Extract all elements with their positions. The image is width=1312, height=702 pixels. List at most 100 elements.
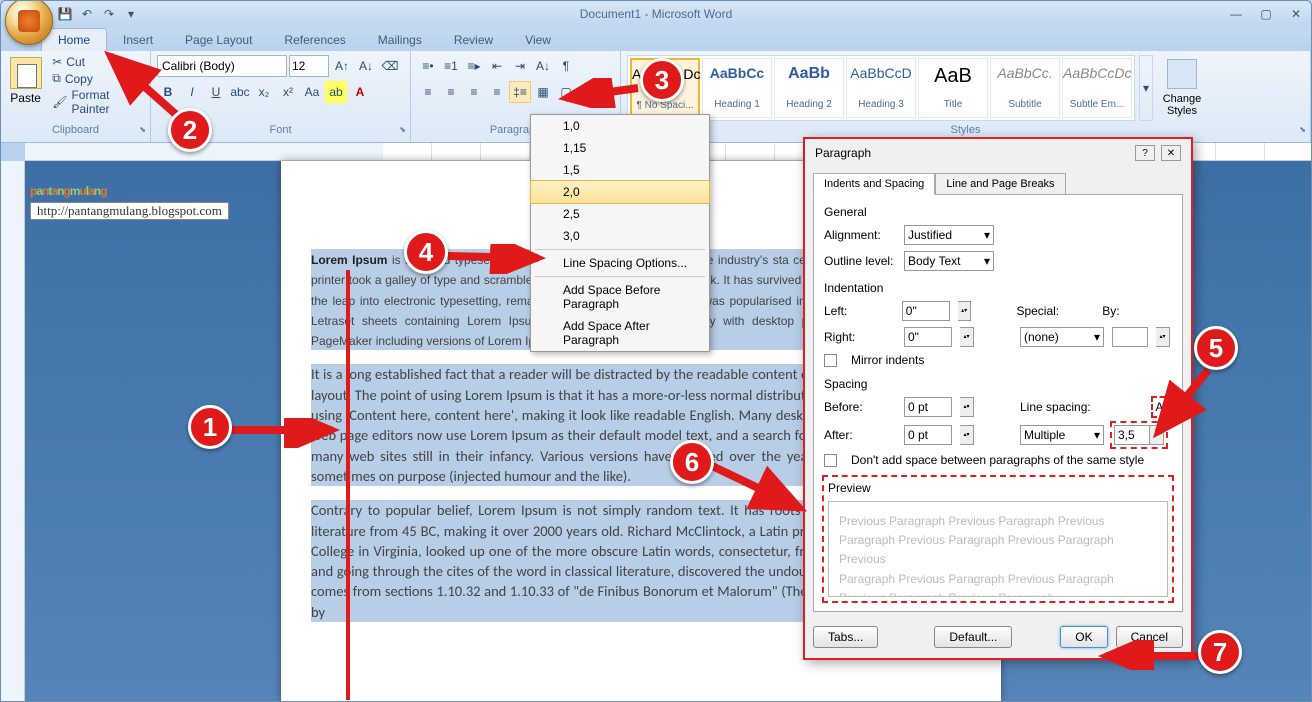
underline-button[interactable]: U <box>205 81 227 103</box>
watermark-logo: pantangmulang <box>30 170 229 202</box>
before-label: Before: <box>824 400 896 414</box>
save-icon[interactable]: 💾 <box>57 6 73 22</box>
by-input[interactable] <box>1112 327 1148 347</box>
right-spinner[interactable]: ▴▾ <box>960 327 974 347</box>
watermark-url: http://pantangmulang.blogspot.com <box>30 202 229 220</box>
outline-select[interactable]: Body Text <box>904 251 994 271</box>
numbering-button[interactable]: ≡1 <box>440 55 462 77</box>
linespacing-select[interactable]: Multiple <box>1020 425 1104 445</box>
subscript-button[interactable]: x₂ <box>253 81 275 103</box>
dialog-help-button[interactable]: ? <box>1135 145 1155 161</box>
before-spinner[interactable]: ▴▾ <box>960 397 974 417</box>
shading-button[interactable]: ▦ <box>532 81 554 103</box>
dialog-tab-indents[interactable]: Indents and Spacing <box>813 173 935 195</box>
line-spacing-dropdown: 1,0 1,15 1,5 2,0 2,5 3,0 Line Spacing Op… <box>530 114 710 352</box>
style-title[interactable]: AaBTitle <box>918 58 988 118</box>
dialog-titlebar[interactable]: Paragraph ? ✕ <box>805 139 1191 167</box>
style-subtitle[interactable]: AaBbCc.Subtitle <box>990 58 1060 118</box>
special-select[interactable]: (none) <box>1020 327 1104 347</box>
style-heading3[interactable]: AaBbCcDHeading 3 <box>846 58 916 118</box>
before-input[interactable] <box>904 397 952 417</box>
superscript-button[interactable]: x² <box>277 81 299 103</box>
tab-view[interactable]: View <box>509 29 567 51</box>
strike-button[interactable]: abc <box>229 81 251 103</box>
change-styles-icon <box>1167 59 1197 89</box>
after-label: After: <box>824 428 896 442</box>
annotation-3: 3 <box>640 58 684 102</box>
arrow-3 <box>558 78 648 108</box>
annotation-6: 6 <box>670 440 714 484</box>
watermark: pantangmulang http://pantangmulang.blogs… <box>30 170 229 220</box>
style-subtleem[interactable]: AaBbCcDcSubtle Em... <box>1062 58 1132 118</box>
spacing-option-2[interactable]: 2,0 <box>530 180 710 204</box>
change-case-button[interactable]: Aa <box>301 81 323 103</box>
dialog-tab-linebreaks[interactable]: Line and Page Breaks <box>935 173 1065 195</box>
quick-access-toolbar: 💾 ↶ ↷ ▾ <box>57 6 139 22</box>
undo-icon[interactable]: ↶ <box>79 6 95 22</box>
alignment-select[interactable]: Justified <box>904 225 994 245</box>
left-input[interactable] <box>902 301 950 321</box>
multilevel-button[interactable]: ≡▸ <box>463 55 485 77</box>
tabs-button[interactable]: Tabs... <box>813 626 878 648</box>
tab-mailings[interactable]: Mailings <box>362 29 438 51</box>
brush-icon: 🖌 <box>52 95 67 109</box>
styles-gallery[interactable]: AaBbCcDc¶ No Spaci... AaBbCcHeading 1 Aa… <box>627 55 1135 121</box>
align-right-button[interactable]: ≡ <box>463 81 485 103</box>
alignment-label: Alignment: <box>824 228 896 242</box>
clear-format-icon[interactable]: ⌫ <box>379 55 401 77</box>
styles-more-icon[interactable]: ▾ <box>1139 55 1153 121</box>
preview-box: Previous Paragraph Previous Paragraph Pr… <box>828 501 1168 597</box>
justify-button[interactable]: ≡ <box>486 81 508 103</box>
maximize-button[interactable]: ▢ <box>1251 5 1281 23</box>
annotation-line-1 <box>346 270 350 700</box>
line-spacing-button[interactable]: ‡≡ <box>509 81 531 103</box>
vertical-ruler[interactable] <box>1 161 25 701</box>
after-spinner[interactable]: ▴▾ <box>960 425 974 445</box>
mirror-checkbox[interactable] <box>824 354 837 367</box>
annotation-5: 5 <box>1194 326 1238 370</box>
increase-indent-button[interactable]: ⇥ <box>509 55 531 77</box>
mirror-label: Mirror indents <box>851 353 924 367</box>
font-size-input[interactable] <box>289 55 329 77</box>
highlight-button[interactable]: ab <box>325 81 347 103</box>
spacing-option-3[interactable]: 3,0 <box>531 225 709 247</box>
by-spinner[interactable]: ▴▾ <box>1156 327 1170 347</box>
dontadd-checkbox[interactable] <box>824 454 837 467</box>
by-label: By: <box>1102 304 1172 318</box>
style-heading2[interactable]: AaBbHeading 2 <box>774 58 844 118</box>
spacing-option-15[interactable]: 1,5 <box>531 159 709 181</box>
shrink-font-icon[interactable]: A↓ <box>355 55 377 77</box>
bullets-button[interactable]: ≡• <box>417 55 439 77</box>
paste-button[interactable]: Paste <box>7 55 44 105</box>
arrow-4 <box>448 244 548 274</box>
close-button[interactable]: ✕ <box>1281 5 1311 23</box>
add-space-before-item[interactable]: Add Space Before Paragraph <box>531 279 709 315</box>
tab-references[interactable]: References <box>268 29 361 51</box>
tab-home[interactable]: Home <box>41 28 107 51</box>
add-space-after-item[interactable]: Add Space After Paragraph <box>531 315 709 351</box>
line-spacing-options-item[interactable]: Line Spacing Options... <box>531 252 709 274</box>
decrease-indent-button[interactable]: ⇤ <box>486 55 508 77</box>
change-styles-button[interactable]: Change Styles <box>1157 55 1207 117</box>
sort-button[interactable]: A↓ <box>532 55 554 77</box>
align-center-button[interactable]: ≡ <box>440 81 462 103</box>
spacing-option-25[interactable]: 2,5 <box>531 203 709 225</box>
align-left-button[interactable]: ≡ <box>417 81 439 103</box>
minimize-button[interactable]: — <box>1221 5 1251 23</box>
left-spinner[interactable]: ▴▾ <box>958 301 972 321</box>
after-input[interactable] <box>904 425 952 445</box>
dialog-close-button[interactable]: ✕ <box>1161 145 1181 161</box>
style-heading1[interactable]: AaBbCcHeading 1 <box>702 58 772 118</box>
font-color-button[interactable]: A <box>349 81 371 103</box>
redo-icon[interactable]: ↷ <box>101 6 117 22</box>
group-styles: AaBbCcDc¶ No Spaci... AaBbCcHeading 1 Aa… <box>621 51 1311 142</box>
show-marks-button[interactable]: ¶ <box>555 55 577 77</box>
spacing-option-115[interactable]: 1,15 <box>531 137 709 159</box>
spacing-option-1[interactable]: 1,0 <box>531 115 709 137</box>
at-input[interactable] <box>1114 425 1150 445</box>
grow-font-icon[interactable]: A↑ <box>331 55 353 77</box>
default-button[interactable]: Default... <box>934 626 1012 648</box>
right-input[interactable] <box>904 327 952 347</box>
qat-dropdown-icon[interactable]: ▾ <box>123 6 139 22</box>
tab-review[interactable]: Review <box>438 29 509 51</box>
